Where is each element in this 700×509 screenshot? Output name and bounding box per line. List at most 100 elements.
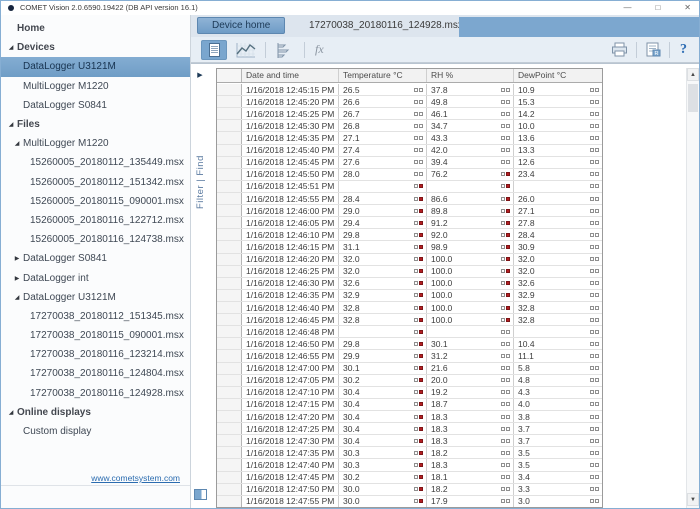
vertical-scrollbar[interactable]: ▲ ▼ [686, 68, 699, 508]
row-selector-cell[interactable] [217, 169, 242, 180]
sidebar-item[interactable]: DataLogger S0841 [11, 96, 190, 115]
table-row[interactable]: 1/16/2018 12:45:30 PM26.834.710.0 [217, 120, 602, 132]
row-selector-cell[interactable] [217, 326, 242, 337]
sidebar-item[interactable]: Home [1, 19, 190, 38]
column-header[interactable]: RH % [427, 69, 514, 82]
row-selector-cell[interactable] [217, 254, 242, 265]
find-label[interactable]: Find [195, 155, 206, 175]
sidebar-item[interactable]: 17270038_20180116_124804.msx [18, 364, 190, 383]
find-filter-panel[interactable]: ▶ Filter | Find [191, 64, 209, 508]
table-row[interactable]: 1/16/2018 12:47:35 PM30.318.23.5 [217, 447, 602, 459]
table-row[interactable]: 1/16/2018 12:46:35 PM32.9100.032.9 [217, 290, 602, 302]
table-row[interactable]: 1/16/2018 12:46:20 PM32.0100.032.0 [217, 254, 602, 266]
row-selector-cell[interactable] [217, 363, 242, 374]
sidebar-item[interactable]: 15260005_20180112_135449.msx [18, 153, 190, 172]
sidebar-item[interactable]: MultiLogger M1220 [11, 77, 190, 96]
table-row[interactable]: 1/16/2018 12:45:35 PM27.143.313.6 [217, 132, 602, 144]
table-row[interactable]: 1/16/2018 12:46:50 PM29.830.110.4 [217, 338, 602, 350]
expanded-icon[interactable]: ◢ [5, 121, 17, 128]
table-row[interactable]: 1/16/2018 12:47:25 PM30.418.33.7 [217, 423, 602, 435]
tab-device-home[interactable]: Device home [197, 17, 285, 34]
table-row[interactable]: 1/16/2018 12:45:45 PM27.639.412.6 [217, 157, 602, 169]
table-row[interactable]: 1/16/2018 12:46:15 PM31.198.930.9 [217, 241, 602, 253]
expanded-icon[interactable]: ◢ [11, 140, 23, 147]
row-selector-cell[interactable] [217, 290, 242, 301]
row-selector-cell[interactable] [217, 447, 242, 458]
row-selector-cell[interactable] [217, 145, 242, 156]
expanded-icon[interactable]: ◢ [5, 44, 17, 51]
row-selector-cell[interactable] [217, 496, 242, 507]
maximize-button[interactable]: □ [655, 1, 660, 15]
column-header[interactable]: DewPoint °C [514, 69, 602, 82]
row-selector-cell[interactable] [217, 108, 242, 119]
expand-panel-icon[interactable]: ▶ [191, 71, 209, 79]
row-selector-cell[interactable] [217, 120, 242, 131]
panel-corner-button[interactable] [194, 489, 207, 500]
table-row[interactable]: 1/16/2018 12:46:48 PM [217, 326, 602, 338]
row-selector-cell[interactable] [217, 338, 242, 349]
statistics-fx-button[interactable]: fx [311, 42, 328, 57]
table-row[interactable]: 1/16/2018 12:45:55 PM28.486.626.0 [217, 193, 602, 205]
table-row[interactable]: 1/16/2018 12:46:55 PM29.931.211.1 [217, 350, 602, 362]
sidebar-item[interactable]: ◢DataLogger U3121M [11, 288, 190, 307]
sidebar-item[interactable]: 15260005_20180116_122712.msx [18, 211, 190, 230]
graph-view-button[interactable] [233, 40, 259, 60]
scrollbar-thumb[interactable] [688, 84, 698, 112]
table-row[interactable]: 1/16/2018 12:47:15 PM30.418.74.0 [217, 399, 602, 411]
filter-label[interactable]: Filter [195, 185, 206, 209]
sidebar-item[interactable]: ▶DataLogger S0841 [11, 249, 190, 268]
table-row[interactable]: 1/16/2018 12:45:25 PM26.746.114.2 [217, 108, 602, 120]
table-view-button[interactable] [201, 40, 227, 60]
row-selector-cell[interactable] [217, 132, 242, 143]
sidebar-item[interactable]: 17270038_20180116_123214.msx [18, 345, 190, 364]
scroll-down-icon[interactable]: ▼ [687, 493, 699, 506]
column-header[interactable]: Date and time [242, 69, 339, 82]
table-row[interactable]: 1/16/2018 12:47:10 PM30.419.24.3 [217, 387, 602, 399]
close-button[interactable]: ✕ [684, 1, 691, 15]
row-selector-cell[interactable] [217, 266, 242, 277]
row-selector-cell[interactable] [217, 217, 242, 228]
row-selector-cell[interactable] [217, 423, 242, 434]
expanded-icon[interactable]: ◢ [5, 409, 17, 416]
column-header[interactable] [217, 69, 242, 82]
row-selector-cell[interactable] [217, 181, 242, 192]
table-row[interactable]: 1/16/2018 12:47:05 PM30.220.04.8 [217, 375, 602, 387]
table-row[interactable]: 1/16/2018 12:45:51 PM [217, 181, 602, 193]
table-row[interactable]: 1/16/2018 12:46:40 PM32.8100.032.8 [217, 302, 602, 314]
sidebar-item[interactable]: 17270038_20180116_124928.msx [18, 384, 190, 403]
row-selector-cell[interactable] [217, 205, 242, 216]
table-row[interactable]: 1/16/2018 12:46:10 PM29.892.028.4 [217, 229, 602, 241]
column-header[interactable]: Temperature °C [339, 69, 427, 82]
row-selector-cell[interactable] [217, 241, 242, 252]
table-row[interactable]: 1/16/2018 12:45:15 PM26.537.810.9 [217, 84, 602, 96]
table-row[interactable]: 1/16/2018 12:47:40 PM30.318.33.5 [217, 459, 602, 471]
table-row[interactable]: 1/16/2018 12:46:30 PM32.6100.032.6 [217, 278, 602, 290]
row-selector-cell[interactable] [217, 459, 242, 470]
sidebar-item[interactable]: 15260005_20180115_090001.msx [18, 192, 190, 211]
table-row[interactable]: 1/16/2018 12:47:00 PM30.121.65.8 [217, 363, 602, 375]
row-selector-cell[interactable] [217, 229, 242, 240]
collapsed-icon[interactable]: ▶ [11, 255, 23, 262]
row-selector-cell[interactable] [217, 302, 242, 313]
sidebar-item[interactable]: DataLogger U3121M [1, 57, 190, 76]
sidebar-item[interactable]: 17270038_20180115_090001.msx [18, 326, 190, 345]
sidebar-item[interactable]: 17270038_20180112_151345.msx [18, 307, 190, 326]
report-button[interactable]: R [645, 42, 661, 57]
row-selector-cell[interactable] [217, 399, 242, 410]
sidebar-item[interactable]: Custom display [11, 422, 190, 441]
table-row[interactable]: 1/16/2018 12:47:45 PM30.218.13.4 [217, 472, 602, 484]
row-selector-cell[interactable] [217, 84, 242, 95]
row-selector-cell[interactable] [217, 484, 242, 495]
table-row[interactable]: 1/16/2018 12:47:55 PM30.017.93.0 [217, 496, 602, 507]
print-button[interactable] [611, 42, 628, 57]
table-row[interactable]: 1/16/2018 12:47:30 PM30.418.33.7 [217, 435, 602, 447]
minimize-button[interactable]: — [623, 1, 631, 15]
table-row[interactable]: 1/16/2018 12:46:45 PM32.8100.032.8 [217, 314, 602, 326]
row-selector-cell[interactable] [217, 472, 242, 483]
row-selector-cell[interactable] [217, 435, 242, 446]
row-selector-cell[interactable] [217, 350, 242, 361]
sidebar-item[interactable]: ◢Files [1, 115, 190, 134]
comet-website-link[interactable]: www.cometsystem.com [91, 473, 180, 483]
sidebar-item[interactable]: 15260005_20180116_124738.msx [18, 230, 190, 249]
collapsed-icon[interactable]: ▶ [11, 275, 23, 282]
